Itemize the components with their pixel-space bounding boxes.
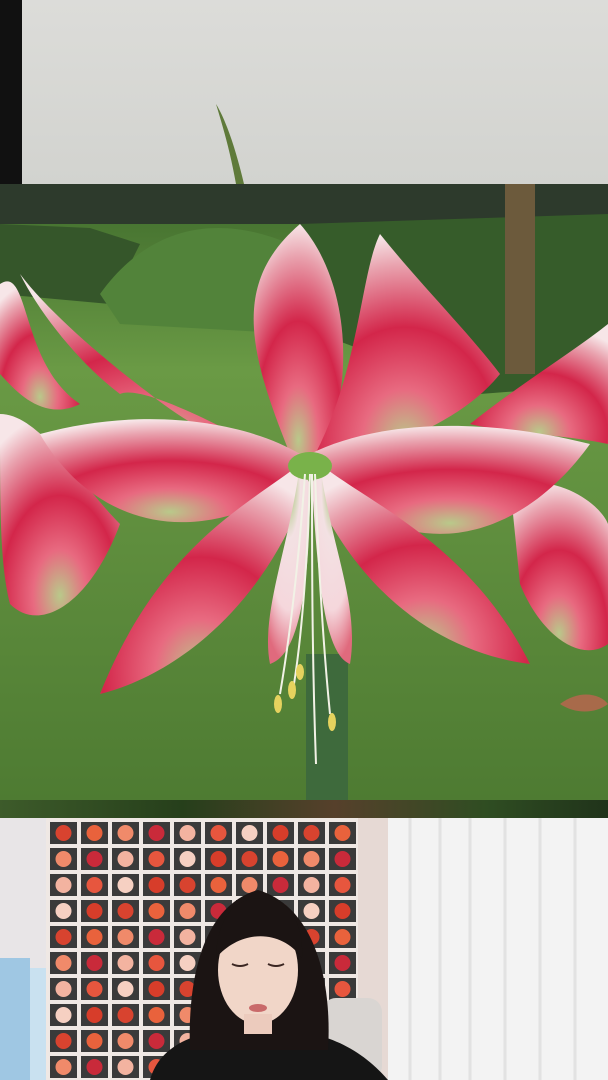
person-icon [0,818,608,1080]
top-video-panel [0,0,608,184]
plant-stem-icon [216,104,244,184]
presenter-video-panel [0,818,608,1080]
separator-strip [0,800,608,818]
flower-video-panel [0,184,608,800]
amaryllis-flower-icon [0,184,608,800]
